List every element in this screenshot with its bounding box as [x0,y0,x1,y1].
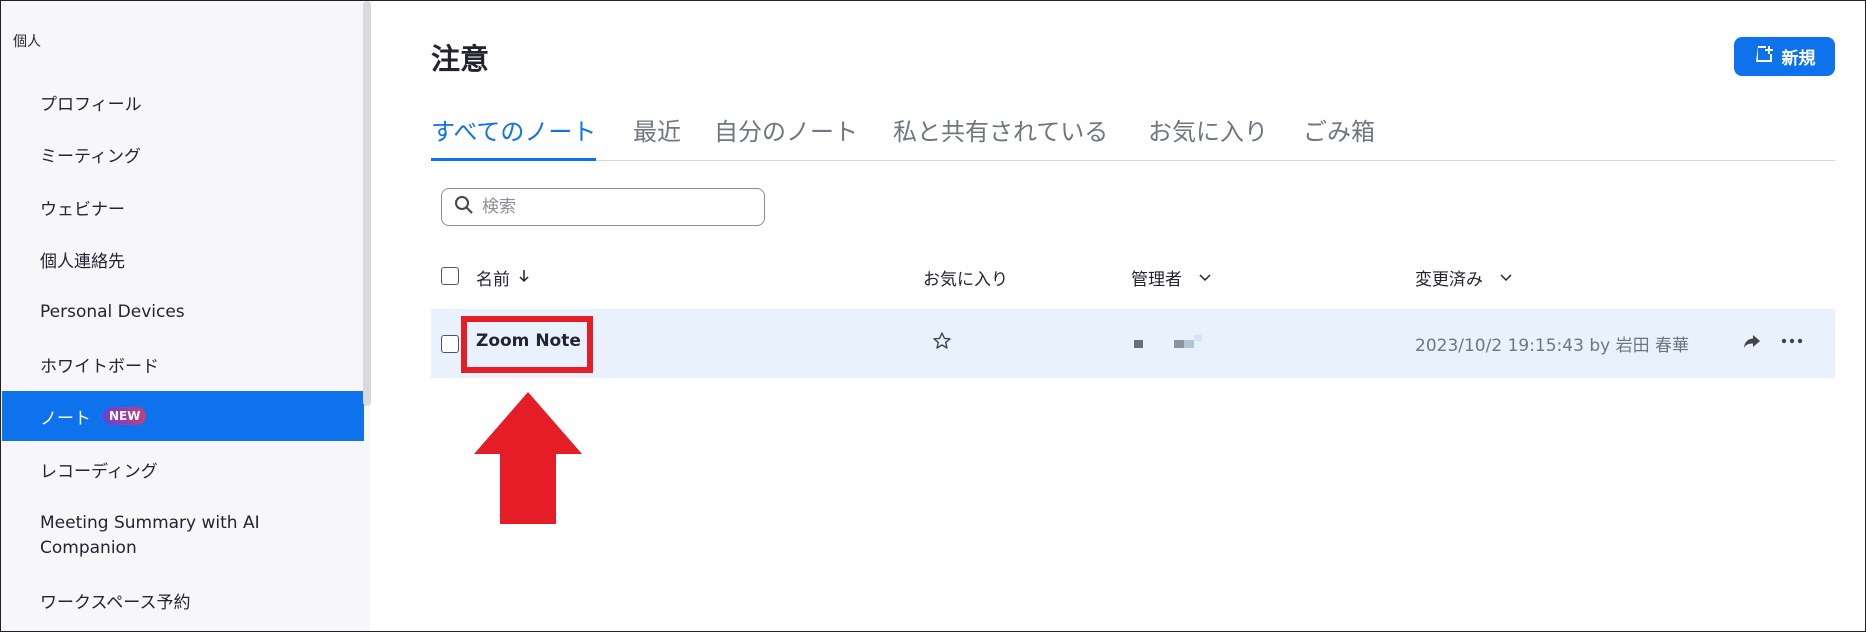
sidebar-item-workspace-reservation[interactable]: ワークスペース予約 [2,575,364,625]
new-note-label: 新規 [1781,49,1816,69]
sidebar-item-profile[interactable]: プロフィール [2,77,364,127]
sidebar-item-label: Personal Devices [40,302,185,322]
sidebar-item-personal-devices[interactable]: Personal Devices [2,287,364,337]
annotation-highlight-box [461,316,593,373]
sidebar-section-header: 個人 [13,34,41,50]
new-note-icon [1754,44,1774,69]
sidebar-item-label: ノート [40,408,91,429]
tab-my-notes[interactable]: 自分のノート [714,112,858,158]
modified-info: 2023/10/2 19:15:43 by 岩田 春華 [1415,336,1689,356]
sidebar-item-label: Meeting Summary with AI Companion [40,513,260,558]
search-box[interactable] [441,188,765,226]
sidebar-item-meetings[interactable]: ミーティング [2,129,364,179]
sidebar-item-webinars[interactable]: ウェビナー [2,182,364,232]
tab-all-notes[interactable]: すべてのノート [431,112,597,161]
sidebar-item-label: ミーティング [40,146,141,167]
new-note-button[interactable]: 新規 [1734,37,1835,76]
sidebar-scrollbar[interactable] [363,1,371,406]
table-header: 名前 お気に入り 管理者 変更済み [431,260,1835,296]
notes-tabs: すべてのノート 最近 自分のノート 私と共有されている お気に入り ごみ箱 [431,112,1835,161]
more-options-icon[interactable] [1781,331,1803,351]
select-all-checkbox[interactable] [441,267,459,285]
star-icon[interactable] [932,331,952,351]
column-header-label: 名前 [476,270,510,290]
column-header-label: 変更済み [1415,270,1483,290]
sidebar-item-label: ウェビナー [40,199,125,220]
sidebar: 個人 プロフィール ミーティング ウェビナー 個人連絡先 Personal De… [1,1,370,631]
row-checkbox[interactable] [441,335,459,353]
annotation-up-arrow-icon [472,392,584,530]
column-header-favorite: お気に入り [923,265,1008,290]
sidebar-item-meeting-summary[interactable]: Meeting Summary with AI Companion [2,501,364,571]
tab-recent[interactable]: 最近 [633,112,681,158]
column-header-modified[interactable]: 変更済み [1415,265,1513,290]
tab-shared-with-me[interactable]: 私と共有されている [893,112,1108,158]
new-badge: NEW [103,407,147,425]
sidebar-item-whiteboard[interactable]: ホワイトボード [2,339,364,389]
share-icon[interactable] [1742,331,1762,351]
sidebar-item-label: プロフィール [40,94,142,115]
sidebar-item-label: 個人連絡先 [40,251,125,272]
column-header-label: お気に入り [923,270,1008,290]
chevron-down-icon [1198,268,1212,288]
column-header-name[interactable]: 名前 [476,265,530,290]
search-icon [454,195,474,219]
sidebar-item-label: ワークスペース予約 [40,592,191,613]
column-header-owner[interactable]: 管理者 [1131,265,1212,290]
tab-trash[interactable]: ごみ箱 [1303,112,1375,158]
sidebar-item-contacts[interactable]: 個人連絡先 [2,234,364,284]
column-header-label: 管理者 [1131,270,1182,290]
owner-avatar [1134,333,1204,353]
table-row[interactable]: Zoom Note 2023/10/2 19:15:43 by 岩田 春華 [431,309,1835,378]
sidebar-item-recordings[interactable]: レコーディング [2,444,364,494]
sidebar-item-label: ホワイトボード [40,356,159,377]
sort-down-arrow-icon [518,268,530,288]
page-title: 注意 [431,42,490,76]
sidebar-item-label: レコーディング [40,461,158,482]
chevron-down-icon [1499,268,1513,288]
search-input[interactable] [480,196,754,218]
sidebar-item-notes[interactable]: ノート NEW [2,391,364,441]
tab-favorites[interactable]: お気に入り [1148,112,1268,158]
